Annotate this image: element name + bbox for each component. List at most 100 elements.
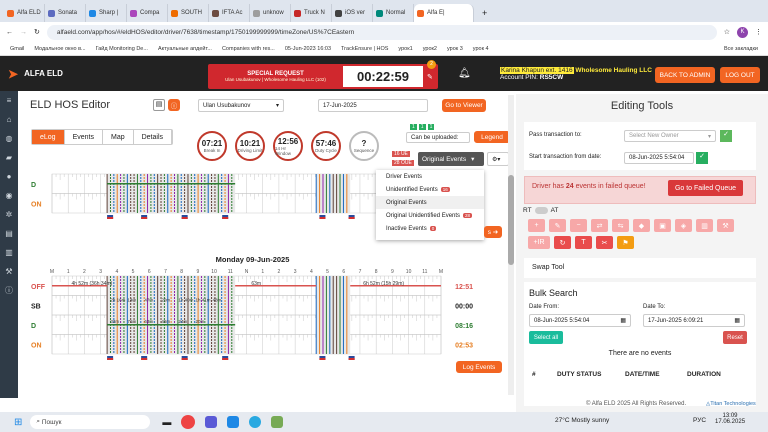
bookmark-item[interactable]: урок 3 xyxy=(447,46,463,52)
date-to-field[interactable]: 17-Jun-2025 6:09:21 xyxy=(648,318,703,324)
browser-tab[interactable]: Normal xyxy=(373,4,414,22)
log-events-button[interactable]: Log Events xyxy=(456,361,502,373)
bookmark-item[interactable]: Модальное окно в... xyxy=(34,46,85,52)
bookmark-item[interactable]: урок1 xyxy=(398,46,412,52)
language[interactable]: РУС xyxy=(693,417,706,424)
original-events-select[interactable]: Original Events ▾ xyxy=(418,152,484,166)
settings-dropdown[interactable]: ⚙︎▾ xyxy=(487,152,509,166)
trash-icon[interactable]: ▣ xyxy=(654,219,671,232)
browser-tab[interactable]: Alfa ELD xyxy=(4,4,45,22)
taskbar-search[interactable]: ⌕ Пошук xyxy=(30,415,151,429)
location-icon[interactable]: ◉ xyxy=(0,186,18,205)
bookmark-item[interactable]: TrackEnsure | HOS xyxy=(341,46,388,52)
browser-tab[interactable]: unknow xyxy=(250,4,291,22)
can-be-uploaded[interactable]: Can be uploaded: xyxy=(406,132,470,143)
legend-button[interactable]: Legend xyxy=(474,131,510,143)
browser-tab[interactable]: Compa xyxy=(127,4,168,22)
calendar-icon[interactable]: ▦ xyxy=(734,317,740,324)
plus-icon[interactable]: + xyxy=(528,219,545,232)
back-to-admin-button[interactable]: BACK TO ADMIN xyxy=(655,67,715,83)
bell-icon[interactable]: 🔔︎ xyxy=(458,68,471,79)
tab-events[interactable]: Events xyxy=(65,130,103,144)
browser-tab[interactable]: Alfa E| xyxy=(414,4,474,22)
info-button[interactable]: ⓘ xyxy=(168,99,180,111)
back-icon[interactable]: ← xyxy=(6,29,13,36)
partial-button[interactable]: s ➜ xyxy=(484,226,502,238)
calendar-icon[interactable]: ▦ xyxy=(620,317,626,324)
rt-at-toggle[interactable] xyxy=(534,207,548,214)
date-field[interactable]: 17-Jun-2025 xyxy=(318,99,428,112)
special-request-banner[interactable]: SPECIAL REQUEST Ulan Usubakunov | Wholes… xyxy=(208,60,438,89)
profile-avatar[interactable]: K xyxy=(737,26,748,38)
t-icon[interactable]: T xyxy=(575,236,592,249)
drop-icon[interactable]: ◆ xyxy=(633,219,650,232)
dropdown-item[interactable]: Unidentified Events 16 xyxy=(376,183,484,196)
weather[interactable]: 27°C Mostly sunny xyxy=(555,417,609,424)
windows-start-icon[interactable]: ⊞ xyxy=(14,417,22,428)
bell-icon[interactable]: ⚑ xyxy=(617,236,634,249)
owner-select[interactable]: Select New Owner xyxy=(629,133,679,139)
home-icon[interactable]: ⌂ xyxy=(0,110,18,129)
pen-icon[interactable]: ✎ xyxy=(549,219,566,232)
go-to-viewer-button[interactable]: Go to Viewer xyxy=(442,99,486,112)
browser-tab[interactable]: SOUTH xyxy=(168,4,209,22)
file-explorer-icon[interactable]: ▬ xyxy=(162,417,171,427)
dropdown-item[interactable]: Original Unidentified Events 28 xyxy=(376,209,484,222)
select-all-button[interactable]: Select all xyxy=(529,331,563,344)
arrows-icon[interactable]: ⇆ xyxy=(612,219,629,232)
refresh-icon[interactable]: ↻ xyxy=(554,236,571,249)
new-tab-icon[interactable]: + xyxy=(482,8,487,18)
swap-tool-title[interactable]: Swap Tool xyxy=(532,264,564,271)
logout-button[interactable]: LOG OUT xyxy=(720,67,760,83)
docs-icon[interactable]: ▥ xyxy=(0,243,18,262)
scroll-thumb[interactable] xyxy=(508,175,514,265)
brand-logo[interactable]: ➤ ALFA ELD xyxy=(0,67,84,81)
browser-tab[interactable]: Sonata xyxy=(45,4,86,22)
bookmark-item[interactable]: урок2 xyxy=(423,46,437,52)
forward-icon[interactable]: → xyxy=(20,29,27,36)
hamburger-icon[interactable]: ≡ xyxy=(0,91,18,110)
dropdown-item[interactable]: Inactive Events 0 xyxy=(376,222,484,235)
telegram-icon[interactable] xyxy=(249,416,262,428)
wrench-icon[interactable]: ⚒ xyxy=(0,262,18,281)
bookmark-item[interactable]: урок 4 xyxy=(473,46,489,52)
reload-icon[interactable]: ↻ xyxy=(34,28,40,36)
dash-icon[interactable]: − xyxy=(570,219,587,232)
star-icon[interactable]: ☆ xyxy=(724,28,730,36)
users-icon[interactable]: ● xyxy=(0,167,18,186)
bookmark-item[interactable]: Companies with res... xyxy=(222,46,275,52)
dropdown-item[interactable]: Driver Events xyxy=(376,170,484,183)
browser-tab[interactable]: iOS ver xyxy=(332,4,373,22)
wrench-icon[interactable]: ⚒ xyxy=(717,219,734,232)
shield-icon[interactable]: ◈ xyxy=(675,219,692,232)
bookmark-item[interactable]: Гайд Monitoring De... xyxy=(96,46,148,52)
tab-elog[interactable]: eLog xyxy=(32,130,65,144)
globe-icon[interactable]: ◍ xyxy=(0,129,18,148)
browser-tab[interactable]: Truck N xyxy=(291,4,332,22)
reset-button[interactable]: Reset xyxy=(723,331,747,344)
app-icon-1[interactable] xyxy=(205,416,218,428)
folder-icon[interactable]: ▤ xyxy=(0,224,18,243)
driver-select[interactable]: Ulan Usubakunov xyxy=(203,103,250,109)
tab-details[interactable]: Details xyxy=(134,130,173,144)
app-icon-2[interactable] xyxy=(271,416,284,428)
document-icon[interactable]: ▤ xyxy=(153,99,165,111)
bookmark-item[interactable]: Актуальные апдейт... xyxy=(158,46,212,52)
truck-icon[interactable]: ▰ xyxy=(0,148,18,167)
info-icon[interactable]: ⓘ xyxy=(0,281,18,300)
edit-icon[interactable]: ✎ xyxy=(427,73,433,81)
edge-icon[interactable] xyxy=(227,416,240,428)
url-field[interactable]: alfaeld.com/app/hos/#/eldHOS/editor/driv… xyxy=(46,24,717,40)
menu-icon[interactable]: ⋮ xyxy=(755,28,762,36)
grid-icon[interactable]: ▥ xyxy=(696,219,713,232)
confirm-start-button[interactable]: ✓ xyxy=(696,152,708,164)
start-date-field[interactable]: 08-Jun-2025 5:54:04 xyxy=(624,152,694,164)
browser-tab[interactable]: Sharp | xyxy=(86,4,127,22)
chrome-icon[interactable] xyxy=(181,415,196,429)
bookmark-item[interactable]: Все закладки xyxy=(724,46,758,52)
date-from-field[interactable]: 08-Jun-2025 5:54:04 xyxy=(534,318,589,324)
plus-ir-icon[interactable]: +IR xyxy=(528,236,550,249)
scrollbar[interactable] xyxy=(508,95,514,395)
bookmark-item[interactable]: 05-Jun-2023 16:03 xyxy=(285,46,331,52)
bookmark-item[interactable]: Gmail xyxy=(10,46,24,52)
